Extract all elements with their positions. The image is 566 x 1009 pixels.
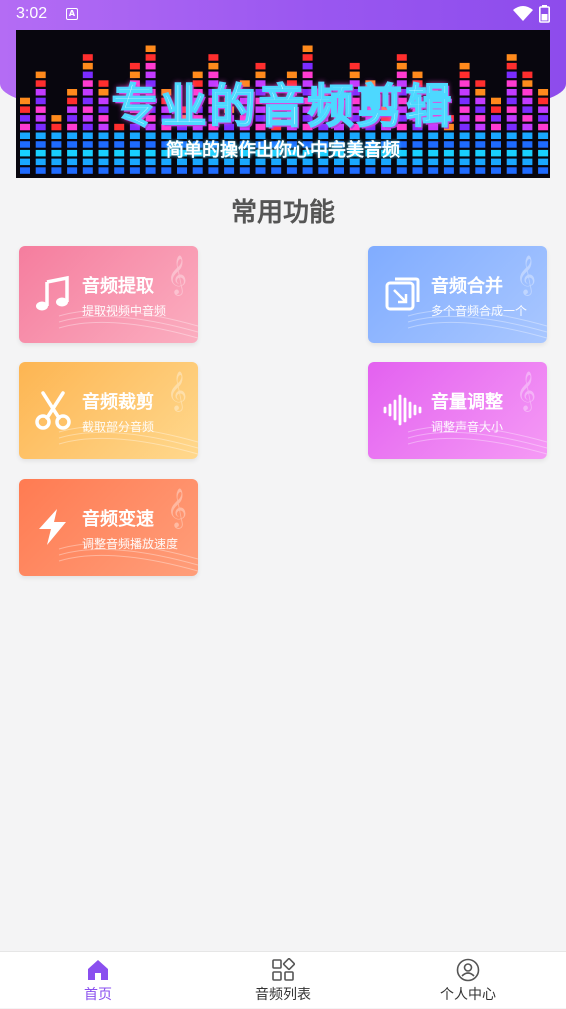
equalizer-segment [396, 62, 407, 70]
scissors-icon [35, 391, 71, 430]
notification-a-icon: A [66, 8, 78, 20]
equalizer-segment [67, 167, 78, 174]
equalizer-segment [412, 167, 423, 174]
tab-home[interactable]: 首页 [38, 952, 158, 1009]
equalizer-segment [506, 62, 517, 70]
feature-desc: 多个音频合成一个 [431, 304, 528, 318]
svg-text:𝄞: 𝄞 [167, 255, 187, 296]
equalizer-segment [443, 167, 454, 174]
feature-title: 音频合并 [431, 276, 503, 297]
equalizer-segment [82, 62, 93, 70]
feature-title: 音频提取 [82, 276, 154, 297]
equalizer-segment [302, 45, 313, 52]
feature-card-volume[interactable]: 𝄞 音量调整 调整声音大小 [368, 362, 547, 459]
feature-desc: 调整音频播放速度 [82, 537, 179, 551]
equalizer-segment [349, 62, 360, 70]
equalizer-segment [459, 167, 470, 174]
equalizer-segment [506, 167, 517, 174]
equalizer-segment [318, 167, 329, 174]
user-icon [456, 958, 480, 982]
sound-wave-icon [383, 394, 422, 426]
equalizer-segment [161, 167, 172, 174]
equalizer-segment [428, 167, 439, 174]
banner[interactable]: 专业的音频剪辑 简单的操作出你心中完美音频 [16, 30, 550, 178]
music-note-icon [36, 275, 69, 311]
equalizer-segment [192, 167, 203, 174]
feature-card-speed[interactable]: 𝄞 音频变速 调整音频播放速度 [19, 479, 198, 576]
equalizer-segment [208, 62, 219, 70]
feature-card-merge[interactable]: 𝄞 音频合并 多个音频合成一个 [368, 246, 547, 343]
equalizer-segment [145, 62, 156, 70]
bottom-tab-bar: 首页 音频列表 个人中心 [0, 951, 566, 1008]
status-time: 3:02 [16, 5, 48, 22]
equalizer-segment [475, 167, 486, 174]
home-icon [88, 960, 108, 980]
equalizer-segment [82, 54, 93, 61]
svg-text:𝄞: 𝄞 [167, 371, 187, 412]
grid-icon [272, 958, 295, 981]
feature-title: 音频裁剪 [82, 392, 154, 413]
equalizer-segment [365, 167, 376, 174]
svg-text:𝄞: 𝄞 [516, 371, 536, 412]
equalizer-segment [35, 167, 46, 174]
equalizer-segment [334, 167, 344, 174]
equalizer-segment [255, 167, 266, 174]
feature-title: 音量调整 [431, 392, 503, 413]
tab-label: 首页 [84, 987, 112, 1003]
equalizer-segment [51, 167, 62, 174]
equalizer-segment [114, 167, 125, 174]
svg-text:𝄞: 𝄞 [516, 255, 536, 296]
equalizer-segment [522, 167, 533, 174]
equalizer-segment [349, 167, 360, 174]
equalizer-segment [396, 167, 407, 174]
battery-icon [539, 5, 550, 23]
feature-desc: 提取视频中音频 [82, 304, 167, 318]
svg-text:𝄞: 𝄞 [167, 488, 187, 529]
equalizer-segment [302, 167, 313, 174]
equalizer-segment [129, 167, 140, 174]
equalizer-segment [239, 167, 250, 174]
merge-icon [385, 277, 420, 311]
equalizer-segment [177, 167, 187, 174]
equalizer-segment [302, 54, 313, 61]
lightning-icon [39, 509, 66, 545]
equalizer-segment [98, 167, 109, 174]
equalizer-segment [396, 54, 407, 61]
equalizer-segment [255, 62, 266, 70]
banner-subtitle: 简单的操作出你心中完美音频 [166, 140, 400, 161]
status-bar: 3:02 A [0, 0, 566, 28]
equalizer-segment [82, 167, 93, 174]
feature-desc: 调整声音大小 [431, 420, 504, 434]
equalizer-segment [286, 167, 297, 174]
equalizer-segment [208, 167, 219, 174]
equalizer-segment [145, 167, 156, 174]
tab-label: 音频列表 [255, 987, 311, 1003]
feature-card-cut[interactable]: 𝄞 音频裁剪 截取部分音频 [19, 362, 198, 459]
tab-profile[interactable]: 个人中心 [408, 952, 528, 1009]
equalizer-segment [381, 167, 392, 174]
equalizer-segment [271, 167, 282, 174]
equalizer-segment [302, 62, 313, 70]
feature-title: 音频变速 [82, 509, 154, 530]
banner-title: 专业的音频剪辑 [111, 78, 455, 134]
section-title: 常用功能 [230, 198, 335, 228]
tab-label: 个人中心 [440, 987, 496, 1003]
feature-card-extract[interactable]: 𝄞 音频提取 提取视频中音频 [19, 246, 198, 343]
equalizer-segment [506, 54, 517, 61]
wifi-icon [513, 6, 533, 21]
equalizer-segment [459, 62, 470, 70]
equalizer-segment [224, 167, 235, 174]
equalizer-segment [491, 167, 501, 174]
feature-desc: 截取部分音频 [82, 420, 155, 434]
equalizer-segment [145, 45, 156, 52]
tab-audio-list[interactable]: 音频列表 [223, 952, 343, 1009]
equalizer-segment [20, 167, 30, 174]
equalizer-segment [538, 167, 549, 174]
equalizer-segment [208, 54, 219, 61]
equalizer-segment [129, 62, 140, 70]
equalizer-segment [145, 54, 156, 61]
